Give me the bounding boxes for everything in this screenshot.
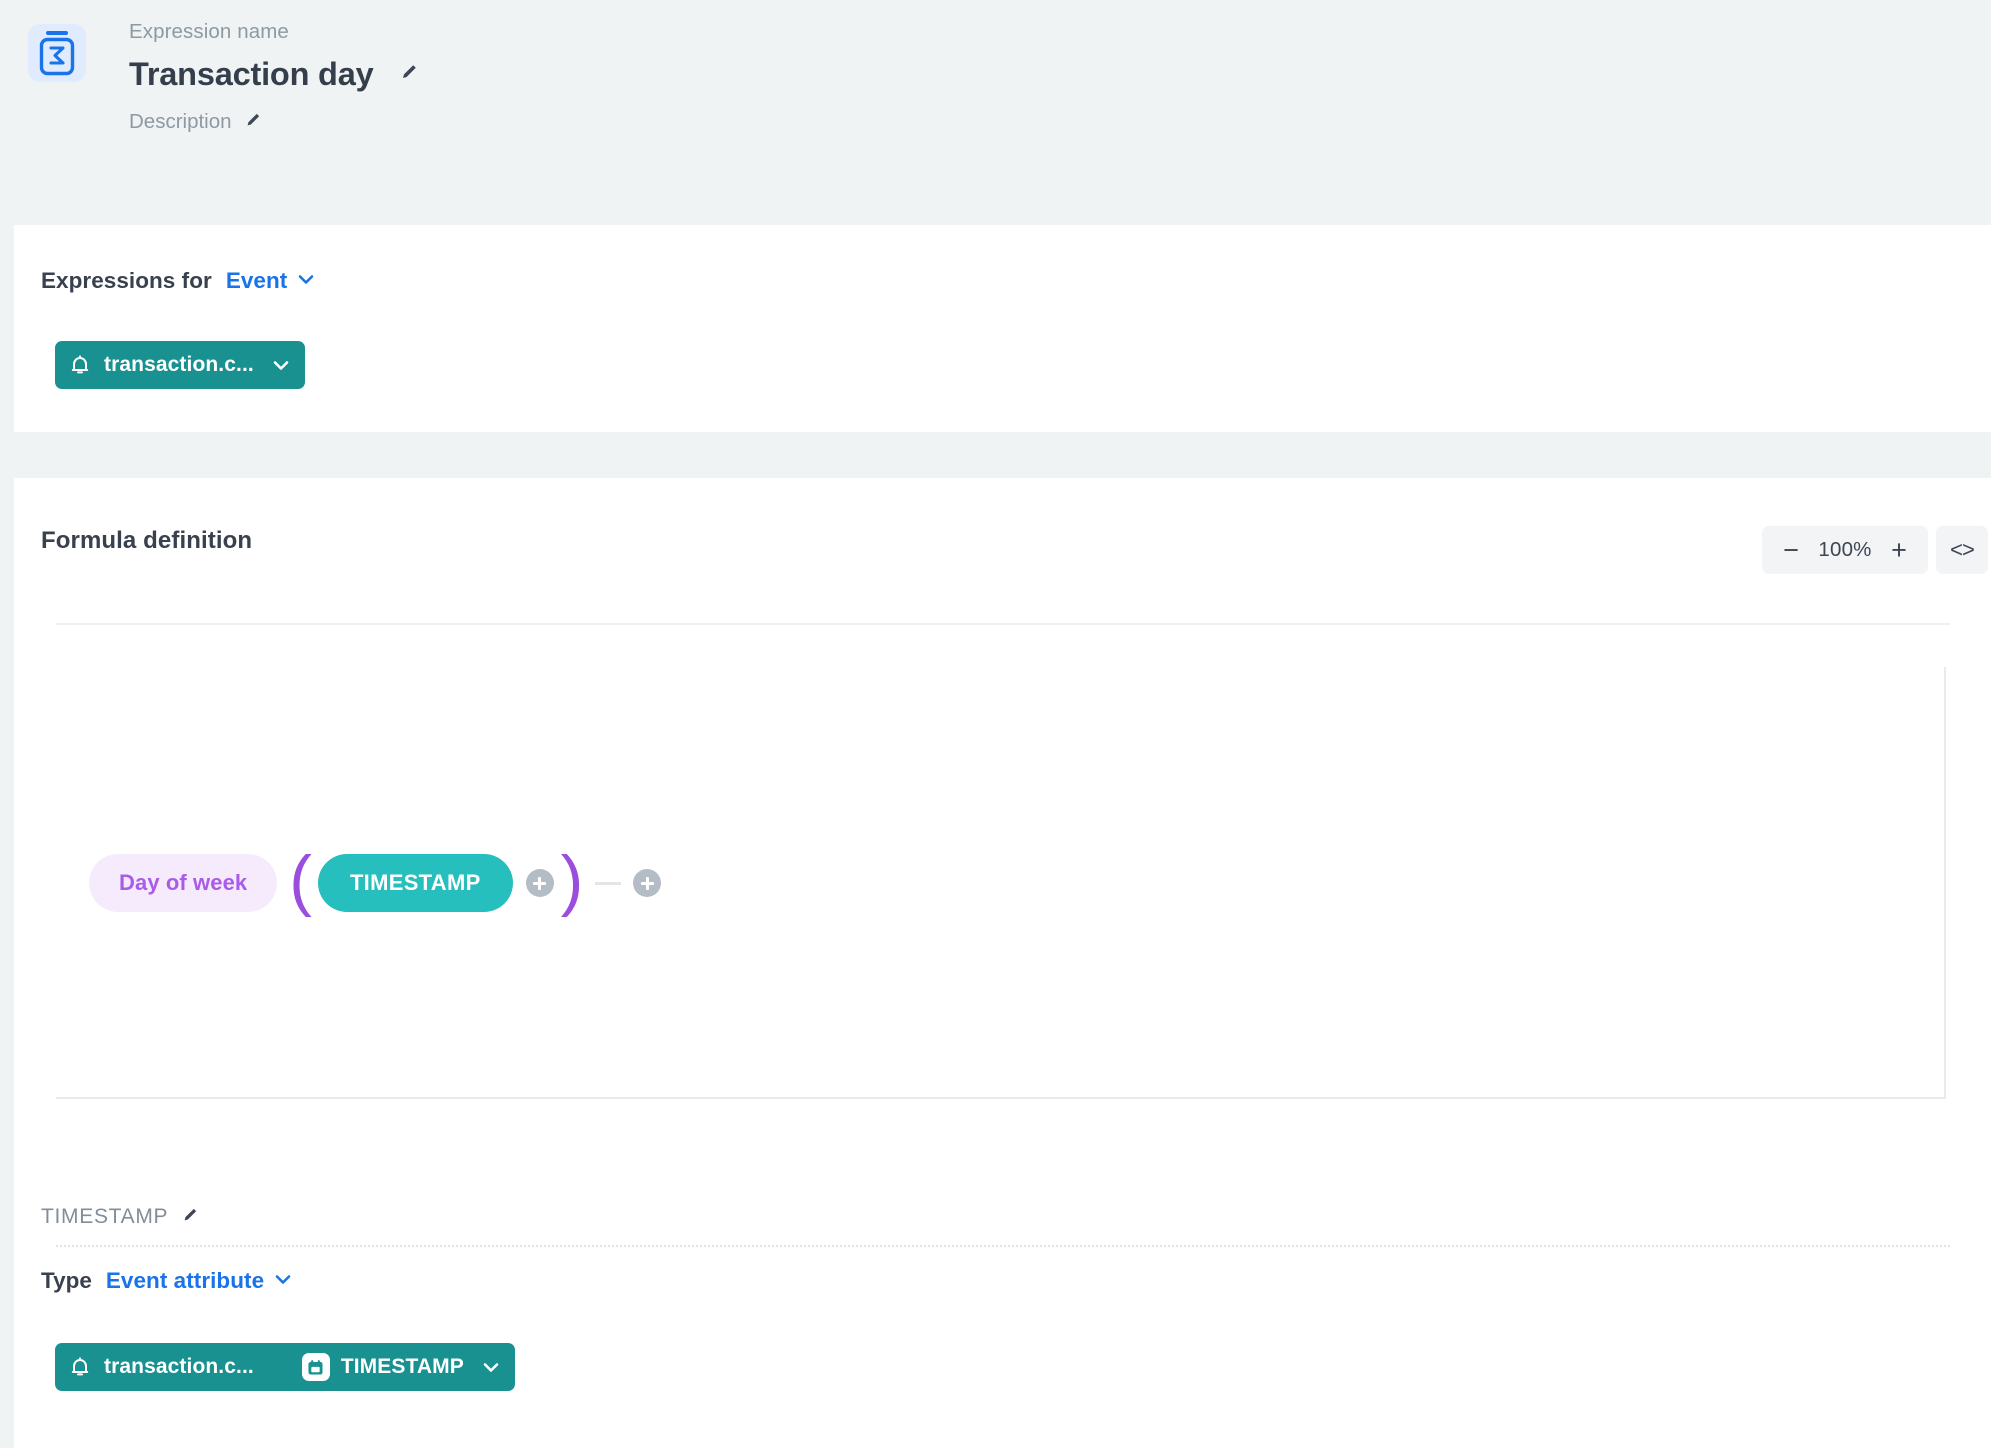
detail-panel-divider: [56, 1245, 1950, 1247]
page-title: Transaction day: [129, 56, 374, 92]
add-argument-plus-circle-icon[interactable]: [525, 869, 554, 897]
zoom-level-value: 100%: [1818, 538, 1872, 561]
formula-expression: Day of week ( TIMESTAMP ): [89, 846, 662, 914]
formula-header-divider: [56, 623, 1950, 625]
add-operand-plus-circle-icon[interactable]: [633, 869, 662, 897]
zoom-in-button[interactable]: +: [1876, 528, 1922, 572]
expressions-card: [14, 225, 1991, 432]
edit-description-pencil-icon[interactable]: [244, 111, 262, 134]
formula-definition-title: Formula definition: [41, 527, 253, 554]
expression-name-label: Expression name: [129, 20, 289, 43]
title-row: Transaction day: [129, 53, 419, 95]
edit-title-pencil-icon[interactable]: [399, 62, 419, 87]
formula-canvas[interactable]: Day of week ( TIMESTAMP ): [56, 667, 1946, 1099]
chevron-down-icon: [298, 272, 314, 290]
chevron-down-icon: [275, 1272, 291, 1290]
event-chip-label: transaction.c...: [104, 353, 254, 376]
header-text-block: Expression name Transaction day Descript…: [129, 18, 419, 135]
zoom-out-button[interactable]: −: [1768, 528, 1814, 572]
attribute-chip-attribute-label: TIMESTAMP: [340, 1355, 464, 1378]
function-pill-day-of-week[interactable]: Day of week: [89, 854, 278, 912]
edit-detail-pencil-icon[interactable]: [181, 1206, 199, 1229]
entity-type-select[interactable]: Event: [226, 268, 315, 294]
calendar-icon: [301, 1353, 330, 1381]
detail-panel-title: TIMESTAMP: [41, 1205, 169, 1228]
event-source-chip[interactable]: transaction.c...: [55, 341, 305, 389]
chevron-down-icon: [483, 1362, 499, 1373]
attribute-chip-segment: TIMESTAMP: [301, 1353, 464, 1381]
operator-placeholder-dash-icon: [595, 881, 622, 885]
header-content: Expression name Transaction day Descript…: [28, 18, 419, 135]
type-select[interactable]: Event attribute: [106, 1268, 291, 1294]
page-header: Expression name Transaction day Descript…: [0, 0, 2002, 225]
expressions-for-label: Expressions for: [41, 268, 212, 293]
bell-icon: [70, 1356, 90, 1378]
argument-pill-timestamp[interactable]: TIMESTAMP: [317, 854, 513, 912]
description-row[interactable]: Description: [129, 109, 419, 135]
sigma-expression-icon: [28, 24, 86, 82]
chevron-down-icon: [273, 360, 289, 371]
right-edge-strip: [1991, 0, 2002, 1448]
type-row: Type Event attribute: [41, 1268, 291, 1294]
expressions-for-row: Expressions for Event: [41, 268, 314, 294]
attribute-chip-event-label: transaction.c...: [104, 1355, 254, 1378]
type-label: Type: [41, 1268, 92, 1293]
description-label: Description: [129, 110, 232, 133]
type-value: Event attribute: [105, 1268, 265, 1293]
detail-panel-title-row: TIMESTAMP: [41, 1205, 199, 1229]
attribute-source-chip[interactable]: transaction.c... TIMESTAMP: [55, 1343, 515, 1391]
bell-icon: [70, 354, 90, 376]
entity-type-value: Event: [225, 268, 288, 293]
view-code-button[interactable]: <>: [1936, 526, 1988, 574]
zoom-controls: − 100% +: [1762, 526, 1928, 574]
